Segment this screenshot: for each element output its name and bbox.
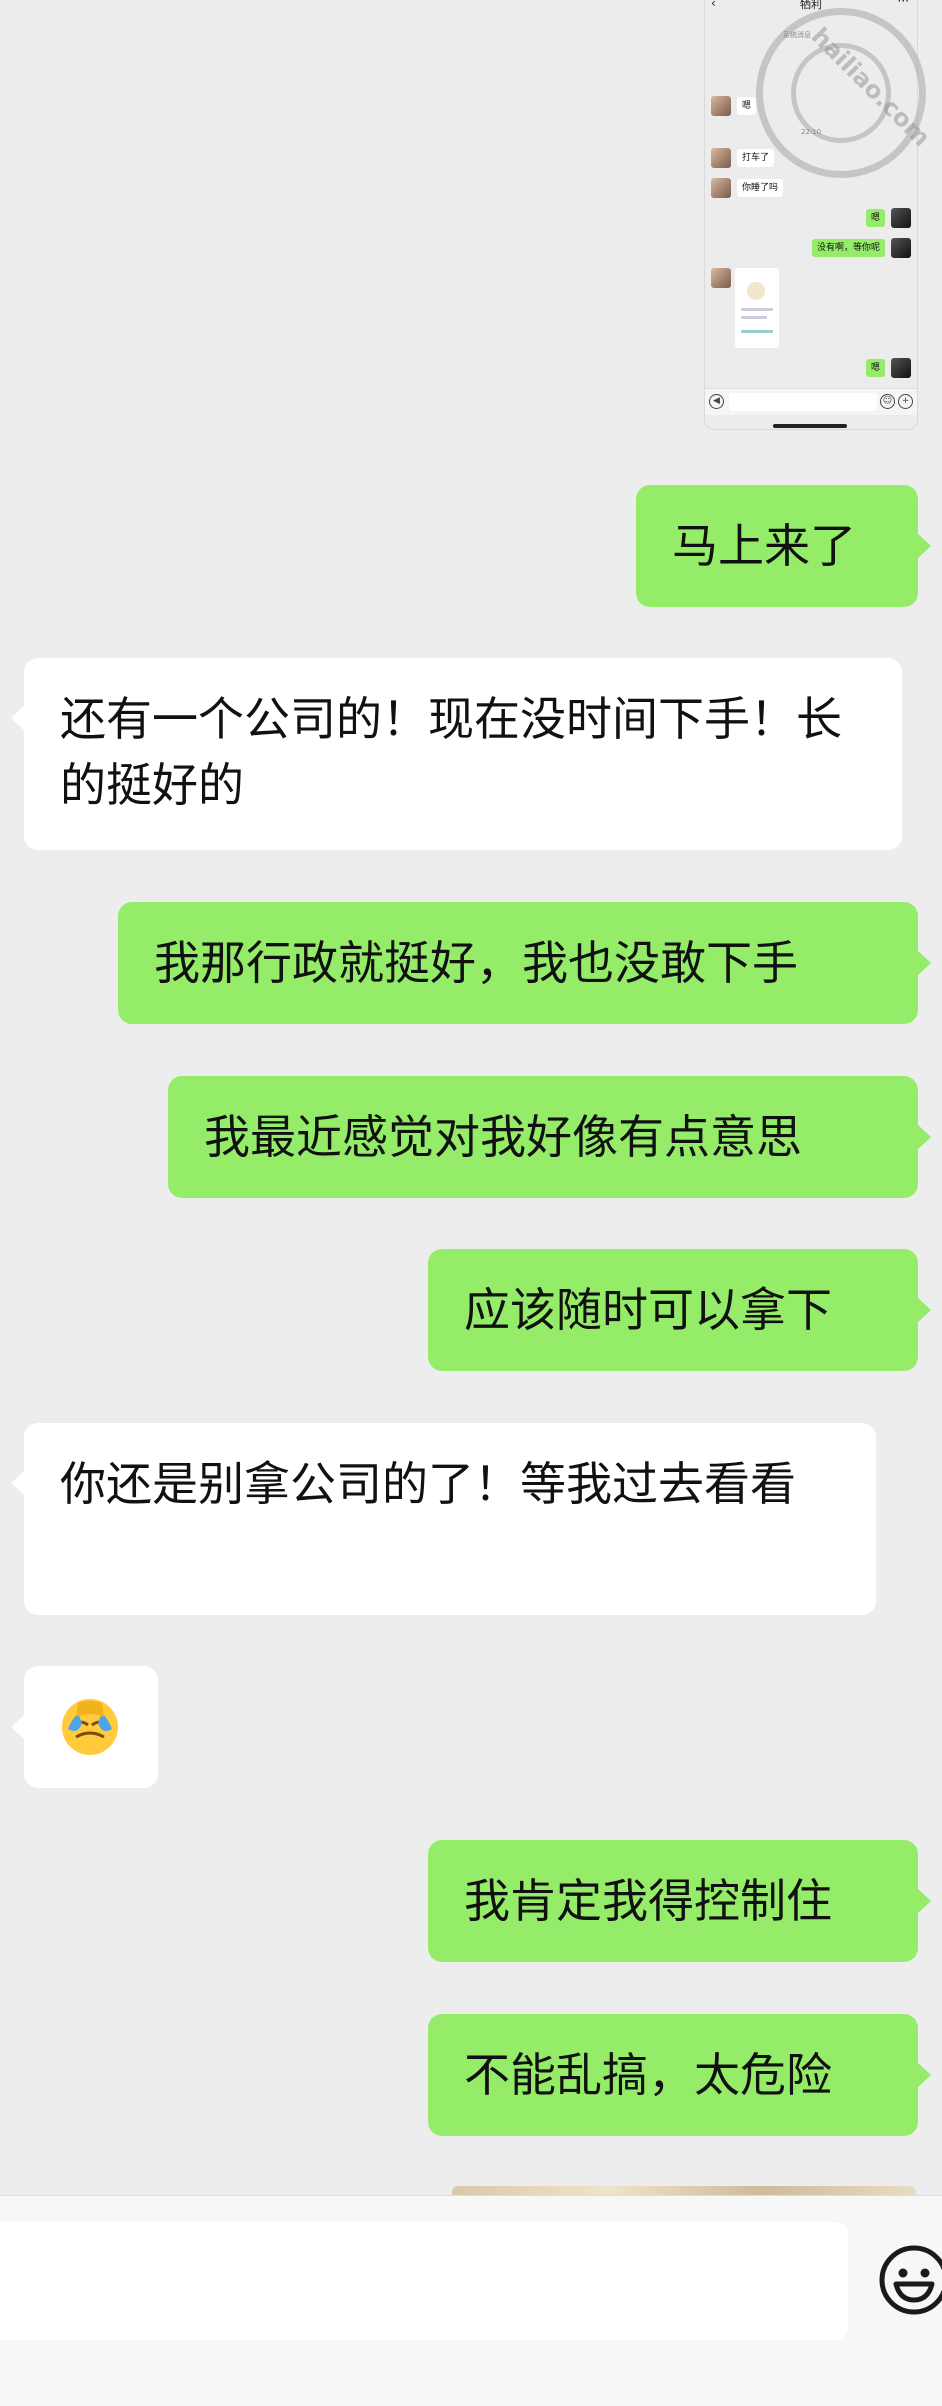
thumb-message: 你睡了吗 <box>737 179 784 197</box>
message-bubble-incoming[interactable]: 你还是别拿公司的了！等我过去看看 <box>11 1423 876 1615</box>
watermark-logo: hailiao.com <box>756 8 936 178</box>
thumb-message: 嗯 <box>737 97 757 115</box>
message-text: 不能乱搞，太危险 <box>464 2048 832 2102</box>
message-text: 我最近感觉对我好像有点意思 <box>204 1110 802 1164</box>
thumb-more-icon: ··· <box>897 0 909 8</box>
message-bubble-outgoing[interactable]: 应该随时可以拿下 <box>428 1249 931 1371</box>
thumb-message: 打车了 <box>737 149 775 167</box>
thumb-emoji-icon: ☺ <box>880 394 895 409</box>
message-bubble-outgoing[interactable]: 我肯定我得控制住 <box>428 1840 931 1962</box>
thumb-avatar <box>711 268 731 288</box>
smiley-icon[interactable] <box>878 2244 942 2316</box>
message-text: 我肯定我得控制住 <box>464 1874 832 1928</box>
thumb-row: 没有啊，等你呢 <box>791 238 911 258</box>
message-text: 你还是别拿公司的了！等我过去看看 <box>60 1457 796 1511</box>
thumb-avatar <box>891 238 911 258</box>
message-text: 我那行政就挺好，我也没敢下手 <box>154 936 798 990</box>
message-text: 马上来了 <box>672 519 856 573</box>
thumb-avatar <box>711 148 731 168</box>
thumb-avatar <box>891 358 911 378</box>
message-bubble-outgoing[interactable]: 不能乱搞，太危险 <box>428 2014 931 2136</box>
thumb-input-bar: ◀ ☺ + <box>705 388 917 415</box>
thumb-plus-icon: + <box>898 394 913 409</box>
thumb-row: 嗯 <box>851 358 911 378</box>
thumb-row: 嗯 <box>851 208 911 228</box>
thumb-home-indicator <box>773 424 847 428</box>
message-text: 还有一个公司的！现在没时间下手！长的挺好的 <box>60 692 842 812</box>
thumb-card <box>735 268 779 348</box>
face-palm-emoji-icon <box>62 1699 118 1755</box>
thumb-avatar <box>711 178 731 198</box>
thumb-avatar <box>891 208 911 228</box>
input-bar <box>0 2195 942 2406</box>
thumb-message: 嗯 <box>865 359 885 377</box>
thumb-message: 没有啊，等你呢 <box>811 239 885 257</box>
thumb-title: 牺利 <box>800 0 822 11</box>
thumb-voice-icon: ◀ <box>709 394 724 409</box>
message-bubble-outgoing[interactable]: 我那行政就挺好，我也没敢下手 <box>118 902 931 1024</box>
message-bubble-outgoing[interactable]: 我最近感觉对我好像有点意思 <box>168 1076 931 1198</box>
thumb-message: 嗯 <box>865 209 885 227</box>
message-bubble-incoming[interactable]: 还有一个公司的！现在没时间下手！长的挺好的 <box>11 658 902 850</box>
message-text: 应该随时可以拿下 <box>464 1283 832 1337</box>
message-input[interactable] <box>0 2222 848 2340</box>
thumb-avatar <box>711 96 731 116</box>
message-bubble-outgoing[interactable]: 马上来了 <box>636 485 931 607</box>
